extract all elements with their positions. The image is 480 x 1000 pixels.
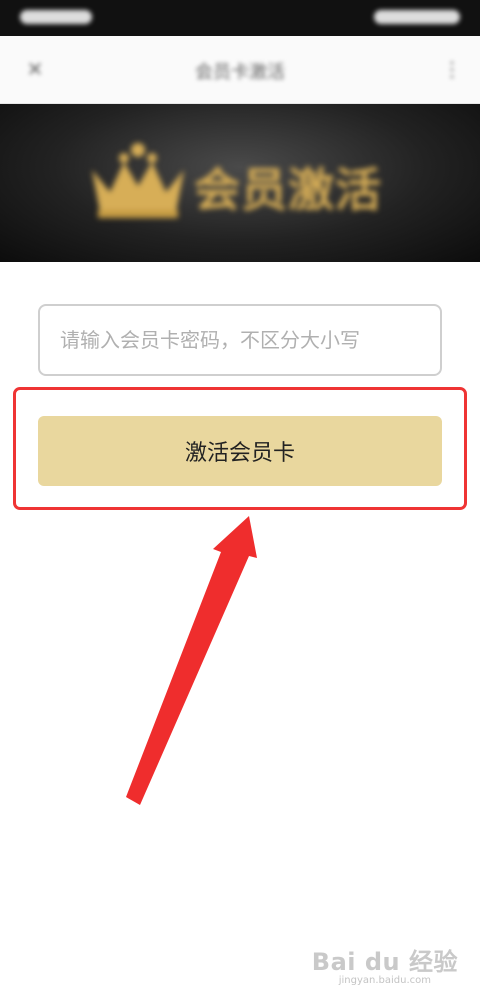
status-bar-left	[20, 10, 92, 24]
more-icon[interactable]: ⋮	[442, 58, 462, 80]
crown-icon	[92, 143, 184, 218]
status-bar	[0, 0, 480, 36]
status-bar-right	[374, 10, 460, 24]
baidu-watermark: Bai du 经验 jingyan.baidu.com	[312, 942, 458, 986]
activate-card-button[interactable]: 激活会员卡	[38, 416, 442, 486]
page-title: 会员卡激活	[195, 62, 285, 83]
nav-bar: ✕ 会员卡激活 ⋮	[0, 36, 480, 104]
card-password-input[interactable]	[38, 304, 442, 376]
banner-title: 会员激活	[194, 163, 382, 217]
watermark-logo: Bai du 经验	[311, 948, 458, 976]
membership-banner: 会员激活	[0, 104, 480, 262]
